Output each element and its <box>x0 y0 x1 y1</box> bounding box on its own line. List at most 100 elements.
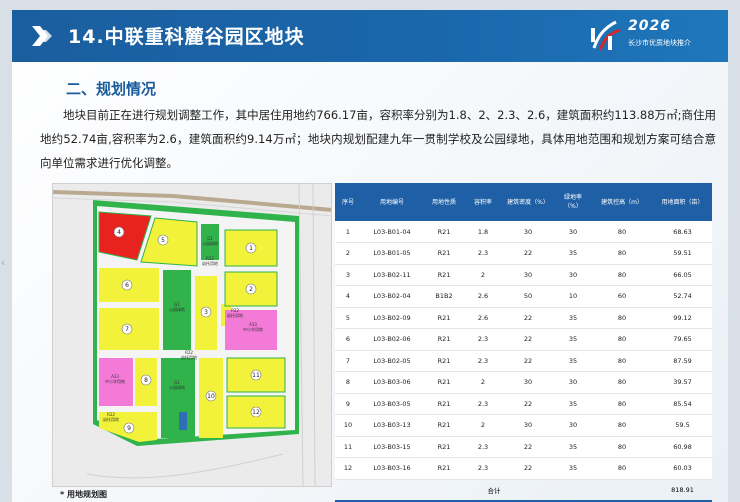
cell-use: R21 <box>423 457 465 480</box>
cell-code: L03-B02-09 <box>361 307 423 329</box>
cell-green: 30 <box>555 221 591 243</box>
cell-code: L03-B03-05 <box>361 393 423 415</box>
table-row: 3 L03-B02-11 R21 2 30 30 80 66.05 <box>335 264 712 286</box>
parcel-label-2: 2 <box>249 286 253 293</box>
parcel-label-7: 7 <box>125 326 129 333</box>
cell-area: 59.51 <box>653 242 712 265</box>
parcel-label-6: 6 <box>125 282 129 289</box>
table-row: 8 L03-B03-06 R21 2 30 30 80 39.57 <box>335 371 712 394</box>
table-row: 4 L03-B02-04 B1B2 2.6 50 10 60 52.74 <box>335 285 712 308</box>
table-row: 7 L03-B02-05 R21 2.3 22 35 80 87.59 <box>335 350 712 372</box>
cell-index: 11 <box>335 436 361 458</box>
prev-page-arrow-icon[interactable]: ‹ <box>1 258 7 269</box>
cell-density: 30 <box>501 414 555 437</box>
cell-code: L03-B02-04 <box>361 285 423 308</box>
cell-far: 2.6 <box>465 307 501 329</box>
total-label: 合计 <box>335 478 653 502</box>
table-row: 9 L03-B03-05 R21 2.3 22 35 80 85.54 <box>335 393 712 415</box>
cell-use: R21 <box>423 350 465 372</box>
col-header-far: 容积率 <box>465 183 501 221</box>
table-row: 11 L03-B03-15 R21 2.3 22 35 80 60.98 <box>335 436 712 458</box>
cell-use: R21 <box>423 242 465 265</box>
col-header-area: 用地面积（亩） <box>653 183 712 221</box>
zone-g1-mid-sub: 公园绿地 <box>169 306 185 312</box>
cell-area: 68.63 <box>653 221 712 243</box>
page-title: 14.中联重科麓谷园区地块 <box>68 26 305 48</box>
parcel-label-5: 5 <box>161 237 165 244</box>
cell-density: 50 <box>501 285 555 308</box>
table-row: 6 L03-B02-06 R21 2.3 22 35 80 79.65 <box>335 328 712 351</box>
cell-area: 52.74 <box>653 285 712 308</box>
cell-index: 3 <box>335 264 361 286</box>
cell-area: 85.54 <box>653 393 712 415</box>
cell-area: 66.05 <box>653 264 712 286</box>
cell-green: 10 <box>555 285 591 308</box>
cell-use: R21 <box>423 307 465 329</box>
cell-height: 80 <box>591 350 653 372</box>
header-bar: 14.中联重科麓谷园区地块 2026 长沙市优质地块推介 <box>12 10 728 62</box>
cell-height: 80 <box>591 457 653 480</box>
cell-density: 22 <box>501 393 555 415</box>
cell-code: L03-B01-05 <box>361 242 423 265</box>
parcel-label-9: 9 <box>127 425 131 432</box>
zone-g1-low-sub: 公园绿地 <box>169 384 185 390</box>
cell-index: 8 <box>335 371 361 394</box>
cell-area: 79.65 <box>653 328 712 351</box>
zone-a33-right-sub: 中小学用地 <box>243 326 263 332</box>
cell-height: 80 <box>591 414 653 437</box>
col-header-index: 序号 <box>335 183 361 221</box>
cell-density: 22 <box>501 436 555 458</box>
cell-green: 35 <box>555 350 591 372</box>
cell-far: 2 <box>465 414 501 437</box>
cell-density: 30 <box>501 264 555 286</box>
cell-height: 80 <box>591 242 653 265</box>
cell-height: 80 <box>591 393 653 415</box>
cell-use: R21 <box>423 264 465 286</box>
cell-use: B1B2 <box>423 285 465 308</box>
table-header-row: 序号 用地编号 用地性质 容积率 建筑密度（%） 绿地率（%） 建筑控高（m） … <box>335 183 712 221</box>
cell-green: 35 <box>555 393 591 415</box>
cell-far: 2 <box>465 371 501 394</box>
cell-height: 80 <box>591 436 653 458</box>
parcel-label-11: 11 <box>252 372 260 379</box>
cell-density: 30 <box>501 371 555 394</box>
cell-index: 12 <box>335 457 361 480</box>
cell-far: 1.8 <box>465 221 501 243</box>
cell-area: 60.98 <box>653 436 712 458</box>
planning-table-wrapper: 序号 用地编号 用地性质 容积率 建筑密度（%） 绿地率（%） 建筑控高（m） … <box>335 183 712 502</box>
zone-r22-low-sub: 幼托用地 <box>181 354 197 360</box>
cell-far: 2.3 <box>465 457 501 480</box>
cell-index: 10 <box>335 414 361 437</box>
table-total-row: 合计 818.91 <box>335 478 712 502</box>
logo-year: 2026 <box>628 18 671 34</box>
cell-far: 2.3 <box>465 393 501 415</box>
cell-far: 2 <box>465 264 501 286</box>
zone-a33-left-sub: 中小学用地 <box>105 378 125 384</box>
cell-density: 22 <box>501 328 555 351</box>
total-value: 818.91 <box>653 478 712 502</box>
parcel-label-1: 1 <box>249 245 253 252</box>
brand-logo: 2026 长沙市优质地块推介 <box>584 16 716 56</box>
table-row: 10 L03-B03-13 R21 2 30 30 80 59.5 <box>335 414 712 437</box>
parcel-label-12: 12 <box>252 409 260 416</box>
table-row: 2 L03-B01-05 R21 2.3 22 35 80 59.51 <box>335 242 712 265</box>
cell-far: 2.3 <box>465 328 501 351</box>
col-header-use: 用地性质 <box>423 183 465 221</box>
cell-green: 35 <box>555 242 591 265</box>
cell-code: L03-B03-16 <box>361 457 423 480</box>
cell-height: 80 <box>591 221 653 243</box>
brand-mark-icon <box>591 20 621 51</box>
cell-index: 2 <box>335 242 361 265</box>
cell-code: L03-B03-15 <box>361 436 423 458</box>
cell-height: 80 <box>591 307 653 329</box>
cell-far: 2.6 <box>465 285 501 308</box>
col-header-height: 建筑控高（m） <box>591 183 653 221</box>
zone-r22-mid-sub: 幼托用地 <box>227 312 243 318</box>
cell-far: 2.3 <box>465 436 501 458</box>
col-header-code: 用地编号 <box>361 183 423 221</box>
cell-height: 80 <box>591 328 653 351</box>
logo-subtitle: 长沙市优质地块推介 <box>628 39 691 47</box>
cell-code: L03-B02-11 <box>361 264 423 286</box>
planning-table: 序号 用地编号 用地性质 容积率 建筑密度（%） 绿地率（%） 建筑控高（m） … <box>335 183 712 502</box>
table-row: 1 L03-B01-04 R21 1.8 30 30 80 68.63 <box>335 221 712 243</box>
